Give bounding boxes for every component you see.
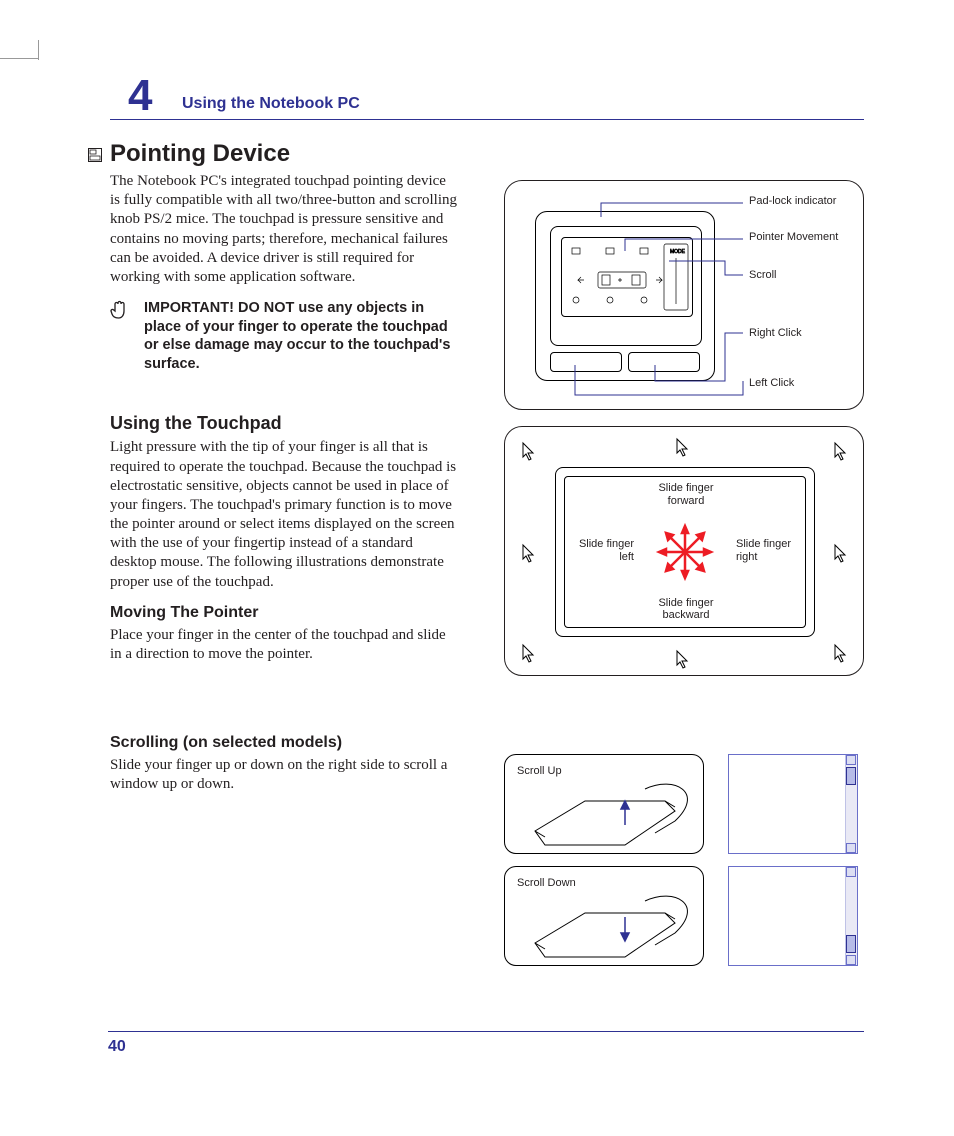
important-note-text: IMPORTANT! DO NOT use any objects in pla… — [144, 299, 458, 373]
section-title-using-touchpad: Using the Touchpad — [110, 413, 458, 434]
label-scroll-up: Scroll Up — [517, 765, 562, 778]
scroll-up-illustration — [525, 781, 695, 851]
crop-mark-vertical — [38, 40, 39, 60]
figure-scroll-up-row: Scroll Up — [504, 754, 864, 854]
label-padlock: Pad-lock indicator — [749, 195, 836, 208]
section-body-pointing-device: The Notebook PC's integrated touchpad po… — [110, 172, 458, 287]
pointing-device-icon — [88, 148, 102, 162]
section-body-scrolling: Slide your finger up or down on the righ… — [110, 756, 458, 794]
page-number: 40 — [108, 1038, 126, 1056]
section-title-scrolling: Scrolling (on selected models) — [110, 734, 458, 752]
label-pointer-movement: Pointer Movement — [749, 231, 838, 244]
label-scroll: Scroll — [749, 269, 777, 282]
chapter-number: 4 — [128, 71, 152, 121]
label-slide-left: Slide finger left — [564, 538, 634, 563]
important-note: IMPORTANT! DO NOT use any objects in pla… — [110, 299, 458, 373]
chapter-header: 4 Using the Notebook PC — [110, 72, 864, 120]
figure-touchpad-callouts: MODE — [504, 180, 864, 410]
label-scroll-down: Scroll Down — [517, 877, 576, 890]
figure-scroll-down: Scroll Down — [504, 866, 704, 966]
label-slide-right: Slide finger right — [736, 538, 806, 563]
label-right-click: Right Click — [749, 327, 802, 340]
footer-rule — [108, 1031, 864, 1032]
direction-arrows-icon — [655, 522, 715, 582]
label-left-click: Left Click — [749, 377, 794, 390]
hand-stop-icon — [108, 299, 132, 323]
section-title-pointing-device: Pointing Device — [110, 140, 458, 168]
scrollbar-demo-down — [728, 866, 858, 966]
section-title-moving-pointer: Moving The Pointer — [110, 604, 458, 622]
scroll-down-illustration — [525, 893, 695, 963]
label-slide-forward: Slide finger forward — [651, 482, 721, 507]
label-slide-backward: Slide finger backward — [651, 597, 721, 622]
figure-scroll-down-row: Scroll Down — [504, 866, 864, 966]
chapter-title: Using the Notebook PC — [182, 95, 360, 113]
section-body-moving-pointer: Place your finger in the center of the t… — [110, 626, 458, 664]
figure-slide-directions: Slide finger forward Slide finger left S… — [504, 426, 864, 676]
scrollbar-demo-up — [728, 754, 858, 854]
figure-scroll-up: Scroll Up — [504, 754, 704, 854]
crop-mark-horizontal — [0, 58, 38, 59]
section-body-using-touchpad: Light pressure with the tip of your fing… — [110, 438, 458, 592]
callout-lines — [505, 181, 863, 409]
